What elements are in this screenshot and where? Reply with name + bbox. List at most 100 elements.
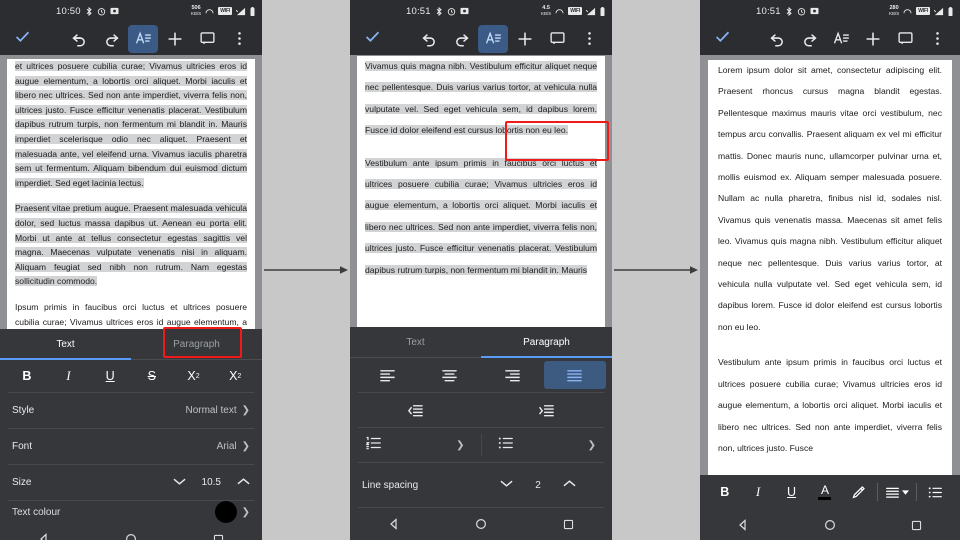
document-canvas[interactable]: Vivamus quis magna nibh. Vestibulum effi… <box>350 55 612 327</box>
nav-back-button[interactable] <box>374 518 414 530</box>
document-canvas[interactable]: Lorem ipsum dolor sit amet, consectetur … <box>700 55 960 475</box>
line-spacing-stepper[interactable]: 2 <box>500 479 576 491</box>
insert-button[interactable] <box>510 25 540 53</box>
bold-button[interactable]: B <box>6 360 48 392</box>
paragraph-text: Vivamus quis magna nibh. Vestibulum effi… <box>365 61 597 136</box>
text-colour-button[interactable]: A <box>808 475 841 509</box>
text-style-row: B I U S X2 X2 <box>0 360 262 392</box>
bulleted-list-button[interactable]: ❯ <box>482 428 613 462</box>
comment-button[interactable] <box>192 25 222 53</box>
increase-indent-button[interactable] <box>481 403 612 418</box>
app-toolbar <box>0 22 262 55</box>
underline-button[interactable]: U <box>89 360 131 392</box>
document-paragraph[interactable]: Vestibulum ante ipsum primis in faucibus… <box>365 153 597 281</box>
android-nav-bar <box>700 509 960 540</box>
status-bar-left: 10:51 <box>756 6 819 17</box>
tab-text[interactable]: Text <box>350 327 481 357</box>
insert-button[interactable] <box>858 25 888 53</box>
chevron-down-icon[interactable] <box>500 479 513 491</box>
nav-recents-button[interactable] <box>897 520 937 531</box>
flow-arrow-1 <box>264 264 348 276</box>
decrease-indent-button[interactable] <box>350 403 481 418</box>
nav-home-button[interactable] <box>810 519 850 531</box>
italic-button[interactable]: I <box>48 360 90 392</box>
strikethrough-button[interactable]: S <box>131 360 173 392</box>
undo-button[interactable] <box>414 25 444 53</box>
nav-home-button[interactable] <box>461 518 501 530</box>
undo-button[interactable] <box>762 25 792 53</box>
document-canvas[interactable]: et ultrices posuere cubilia curae; Vivam… <box>0 55 262 329</box>
chevron-right-icon[interactable]: ❯ <box>588 440 596 451</box>
highlight-colour-button[interactable] <box>842 475 875 509</box>
redo-button[interactable] <box>446 25 476 53</box>
nav-recents-button[interactable] <box>198 534 238 540</box>
numbered-list-button[interactable]: ❯ <box>350 428 481 462</box>
vpn-icon <box>555 7 564 15</box>
style-row[interactable]: Style Normal text ❯ <box>0 393 262 428</box>
nav-home-button[interactable] <box>111 533 151 540</box>
nav-recents-button[interactable] <box>548 519 588 530</box>
tab-text[interactable]: Text <box>0 329 131 360</box>
chevron-down-icon[interactable] <box>173 477 186 489</box>
size-stepper[interactable]: 10.5 <box>173 477 250 489</box>
format-button[interactable] <box>826 25 856 53</box>
chevron-up-icon[interactable] <box>563 479 576 491</box>
document-paragraph[interactable]: Vivamus quis magna nibh. Vestibulum effi… <box>365 56 597 142</box>
align-right-button[interactable] <box>481 361 544 389</box>
chevron-right-icon[interactable]: ❯ <box>456 440 464 451</box>
format-button[interactable] <box>128 24 158 53</box>
nav-back-button[interactable] <box>24 533 64 540</box>
nav-back-button[interactable] <box>723 519 763 531</box>
document-paragraph[interactable]: Ipsum primis in faucibus orci luctus et … <box>15 300 247 329</box>
align-left-button[interactable] <box>356 361 419 389</box>
document-paragraph[interactable]: et ultrices posuere cubilia curae; Vivam… <box>15 59 247 190</box>
text-colour-label: Text colour <box>12 506 61 518</box>
redo-button[interactable] <box>96 25 126 53</box>
network-speed-unit: KB/S <box>888 11 900 16</box>
network-speed-indicator: 506 KB/S <box>191 5 201 16</box>
text-colour-row[interactable]: Text colour ❯ <box>0 501 262 523</box>
paragraph-text: Vestibulum ante ipsum primis in faucibus… <box>365 157 597 275</box>
alarm-icon <box>797 7 806 16</box>
superscript-button[interactable]: X2 <box>173 360 215 392</box>
done-checkmark-icon[interactable] <box>358 28 381 50</box>
document-paragraph[interactable]: Praesent vitae pretium augue. Praesent m… <box>15 201 247 289</box>
document-paragraph[interactable]: Vestibulum ante ipsum primis in faucibus… <box>718 352 942 459</box>
align-justify-button[interactable] <box>543 361 606 389</box>
status-bar-right: 4.5 KB/S WIFI <box>540 5 605 16</box>
format-button[interactable] <box>478 24 508 53</box>
bold-button[interactable]: B <box>708 475 741 509</box>
text-colour-swatch <box>818 497 832 500</box>
document-paragraph[interactable]: Lorem ipsum dolor sit amet, consectetur … <box>718 60 942 338</box>
document-page[interactable]: Lorem ipsum dolor sit amet, consectetur … <box>708 60 952 475</box>
done-checkmark-icon[interactable] <box>8 28 31 50</box>
divider <box>877 483 879 501</box>
style-value-group: Normal text ❯ <box>185 405 250 416</box>
more-options-button[interactable] <box>224 25 254 53</box>
undo-button[interactable] <box>64 25 94 53</box>
redo-button[interactable] <box>794 25 824 53</box>
document-page[interactable]: Vivamus quis magna nibh. Vestibulum effi… <box>357 56 605 327</box>
chevron-up-icon[interactable] <box>237 477 250 489</box>
colour-swatch[interactable] <box>214 501 237 523</box>
list-button[interactable] <box>919 475 952 509</box>
subscript-button[interactable]: X2 <box>214 360 256 392</box>
align-center-button[interactable] <box>419 361 482 389</box>
done-checkmark-icon[interactable] <box>708 28 731 50</box>
insert-button[interactable] <box>160 25 190 53</box>
tab-paragraph[interactable]: Paragraph <box>481 327 612 358</box>
font-row[interactable]: Font Arial ❯ <box>0 429 262 464</box>
status-bar-right: 506 KB/S WIFI <box>191 5 255 16</box>
more-options-button[interactable] <box>922 25 952 53</box>
tab-paragraph[interactable]: Paragraph <box>131 329 262 359</box>
screenshot-icon <box>460 7 469 15</box>
italic-button[interactable]: I <box>741 475 774 509</box>
document-page[interactable]: et ultrices posuere cubilia curae; Vivam… <box>7 59 255 329</box>
align-dropdown-button[interactable] <box>880 475 913 509</box>
more-options-button[interactable] <box>574 25 604 53</box>
underline-button[interactable]: U <box>775 475 808 509</box>
paragraph-text: Praesent vitae pretium augue. Praesent m… <box>15 203 247 287</box>
network-speed-unit: KB/S <box>540 11 552 16</box>
comment-button[interactable] <box>542 25 572 53</box>
comment-button[interactable] <box>890 25 920 53</box>
